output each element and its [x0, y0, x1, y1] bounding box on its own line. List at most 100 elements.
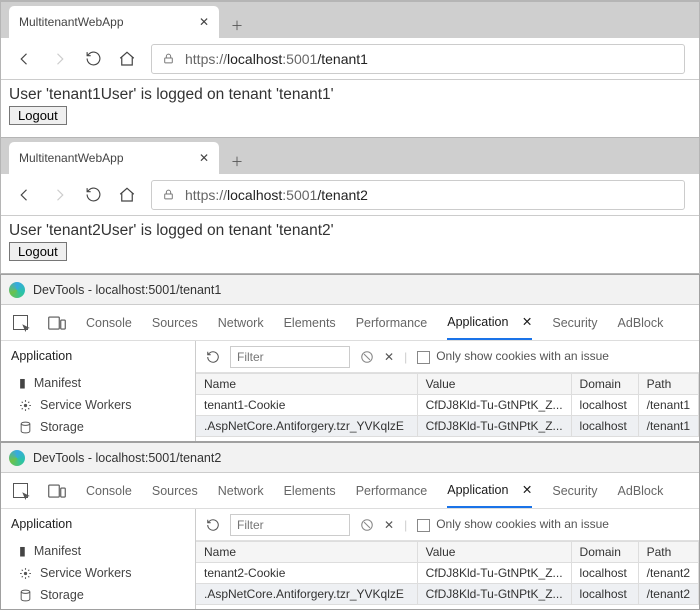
tab-application[interactable]: Application ✕	[447, 473, 532, 508]
manifest-icon: ▮	[19, 375, 26, 390]
tab-network[interactable]: Network	[218, 473, 264, 508]
tab-application[interactable]: Application ✕	[447, 305, 532, 340]
only-issues-checkbox[interactable]: Only show cookies with an issue	[417, 349, 609, 363]
inspect-icon[interactable]	[13, 305, 28, 340]
status-text: User 'tenant1User' is logged on tenant '…	[9, 86, 691, 104]
tab-performance[interactable]: Performance	[356, 305, 428, 340]
sidebar-item-manifest[interactable]: ▮Manifest	[11, 539, 185, 562]
browser-tab[interactable]: MultitenantWebApp ✕	[9, 6, 219, 38]
nav-toolbar: https://localhost:5001/tenant2	[1, 174, 699, 216]
address-bar[interactable]: https://localhost:5001/tenant2	[151, 180, 685, 210]
table-row[interactable]: .AspNetCore.Antiforgery.tzr_YVKqlzECfDJ8…	[196, 584, 699, 605]
tab-title: MultitenantWebApp	[19, 151, 124, 165]
tab-sources[interactable]: Sources	[152, 305, 198, 340]
table-row[interactable]: .AspNetCore.Antiforgery.tzr_YVKqlzECfDJ8…	[196, 416, 699, 437]
browser-window-1: MultitenantWebApp ✕ ＋ https://localhost:…	[0, 0, 700, 138]
table-header: Name Value Domain Path	[196, 542, 699, 563]
gear-icon	[19, 399, 32, 412]
inspect-icon[interactable]	[13, 473, 28, 508]
logout-button[interactable]: Logout	[9, 242, 67, 261]
lock-icon	[162, 52, 175, 65]
devtools-window-2: DevTools - localhost:5001/tenant2 Consol…	[0, 442, 700, 610]
device-icon[interactable]	[48, 305, 66, 340]
filter-input[interactable]	[230, 514, 350, 536]
close-icon[interactable]: ✕	[199, 15, 209, 29]
devtools-tabs: Console Sources Network Elements Perform…	[1, 473, 699, 509]
sidebar-item-storage[interactable]: Storage	[11, 416, 185, 438]
tab-adblock[interactable]: AdBlock	[618, 473, 664, 508]
cookie-toolbar: ✕ | Only show cookies with an issue	[196, 341, 699, 373]
tab-title: MultitenantWebApp	[19, 15, 124, 29]
tab-adblock[interactable]: AdBlock	[618, 305, 664, 340]
close-icon[interactable]: ✕	[522, 314, 532, 329]
clear-icon[interactable]	[360, 518, 374, 532]
url: https://localhost:5001/tenant2	[185, 187, 368, 203]
devtools-tabs: Console Sources Network Elements Perform…	[1, 305, 699, 341]
devtools-titlebar: DevTools - localhost:5001/tenant1	[1, 275, 699, 305]
cookies-table: Name Value Domain Path tenant1-CookieCfD…	[196, 373, 699, 437]
logout-button[interactable]: Logout	[9, 106, 67, 125]
tab-security[interactable]: Security	[552, 305, 597, 340]
sidebar-item-service-workers[interactable]: Service Workers	[11, 394, 185, 416]
new-tab-button[interactable]: ＋	[223, 10, 251, 38]
devtools-titlebar: DevTools - localhost:5001/tenant2	[1, 443, 699, 473]
close-icon[interactable]: ✕	[199, 151, 209, 165]
tab-console[interactable]: Console	[86, 305, 132, 340]
tab-security[interactable]: Security	[552, 473, 597, 508]
sidebar-item-storage[interactable]: Storage	[11, 584, 185, 606]
tab-console[interactable]: Console	[86, 473, 132, 508]
sidebar-item-service-workers[interactable]: Service Workers	[11, 562, 185, 584]
tab-performance[interactable]: Performance	[356, 473, 428, 508]
tab-network[interactable]: Network	[218, 305, 264, 340]
forward-button[interactable]	[49, 49, 69, 69]
delete-icon[interactable]: ✕	[384, 518, 394, 532]
page-content: User 'tenant1User' is logged on tenant '…	[1, 80, 699, 137]
filter-input[interactable]	[230, 346, 350, 368]
devtools-title: DevTools - localhost:5001/tenant1	[33, 283, 221, 297]
url: https://localhost:5001/tenant1	[185, 51, 368, 67]
status-text: User 'tenant2User' is logged on tenant '…	[9, 222, 691, 240]
device-icon[interactable]	[48, 473, 66, 508]
browser-tab[interactable]: MultitenantWebApp ✕	[9, 142, 219, 174]
refresh-icon[interactable]	[206, 518, 220, 532]
tab-elements[interactable]: Elements	[284, 305, 336, 340]
storage-icon	[19, 421, 32, 434]
table-row[interactable]: tenant2-CookieCfDJ8Kld-Tu-GtNPtK_Z...loc…	[196, 563, 699, 584]
browser-window-2: MultitenantWebApp ✕ ＋ https://localhost:…	[0, 138, 700, 274]
edge-icon	[9, 282, 25, 298]
nav-toolbar: https://localhost:5001/tenant1	[1, 38, 699, 80]
tab-elements[interactable]: Elements	[284, 473, 336, 508]
edge-icon	[9, 450, 25, 466]
refresh-button[interactable]	[83, 49, 103, 69]
refresh-icon[interactable]	[206, 350, 220, 364]
address-bar[interactable]: https://localhost:5001/tenant1	[151, 44, 685, 74]
sidebar-item-manifest[interactable]: ▮Manifest	[11, 371, 185, 394]
lock-icon	[162, 188, 175, 201]
sidebar-header: Application	[11, 517, 185, 531]
new-tab-button[interactable]: ＋	[223, 146, 251, 174]
home-button[interactable]	[117, 49, 137, 69]
devtools-window-1: DevTools - localhost:5001/tenant1 Consol…	[0, 274, 700, 442]
gear-icon	[19, 567, 32, 580]
clear-icon[interactable]	[360, 350, 374, 364]
tab-sources[interactable]: Sources	[152, 473, 198, 508]
refresh-button[interactable]	[83, 185, 103, 205]
back-button[interactable]	[15, 185, 35, 205]
devtools-sidebar: Application ▮Manifest Service Workers St…	[1, 341, 196, 441]
back-button[interactable]	[15, 49, 35, 69]
table-row[interactable]: tenant1-CookieCfDJ8Kld-Tu-GtNPtK_Z...loc…	[196, 395, 699, 416]
forward-button[interactable]	[49, 185, 69, 205]
close-icon[interactable]: ✕	[522, 482, 532, 497]
devtools-sidebar: Application ▮Manifest Service Workers St…	[1, 509, 196, 609]
delete-icon[interactable]: ✕	[384, 350, 394, 364]
table-header: Name Value Domain Path	[196, 374, 699, 395]
only-issues-checkbox[interactable]: Only show cookies with an issue	[417, 517, 609, 531]
tab-strip: MultitenantWebApp ✕ ＋	[1, 2, 699, 38]
cookies-table: Name Value Domain Path tenant2-CookieCfD…	[196, 541, 699, 605]
cookie-toolbar: ✕ | Only show cookies with an issue	[196, 509, 699, 541]
home-button[interactable]	[117, 185, 137, 205]
manifest-icon: ▮	[19, 543, 26, 558]
sidebar-header: Application	[11, 349, 185, 363]
devtools-title: DevTools - localhost:5001/tenant2	[33, 451, 221, 465]
page-content: User 'tenant2User' is logged on tenant '…	[1, 216, 699, 273]
